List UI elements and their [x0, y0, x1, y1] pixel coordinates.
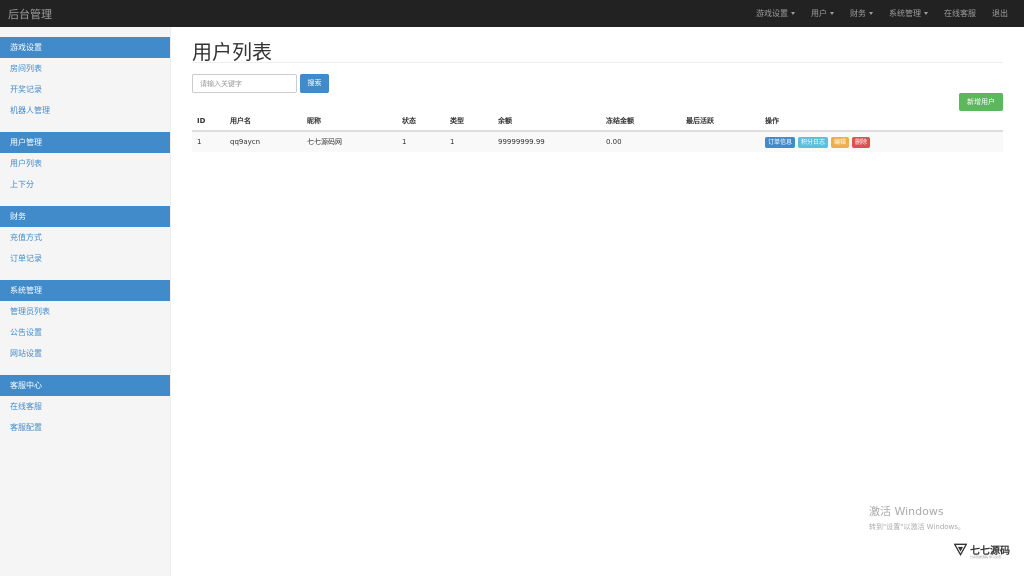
col-last-active: 最后活跃	[681, 111, 760, 132]
sidebar-item-online-service[interactable]: 在线客服	[0, 396, 170, 417]
cell-actions: 订单信息 积分日志 编辑 删除	[760, 131, 1003, 152]
delete-button[interactable]: 删除	[852, 136, 871, 148]
cell-id: 1	[192, 131, 225, 152]
search-button[interactable]: 搜索	[300, 74, 329, 93]
sidebar-item-recharge-methods[interactable]: 充值方式	[0, 227, 170, 248]
col-actions: 操作	[760, 111, 1003, 132]
nav-label: 退出	[992, 9, 1008, 18]
caret-down-icon	[924, 12, 928, 15]
sidebar-item-room-list[interactable]: 房间列表	[0, 58, 170, 79]
sidebar-item-admin-list[interactable]: 管理员列表	[0, 301, 170, 322]
cell-nickname: 七七源码网	[302, 131, 397, 152]
table-header-row: ID 用户名 昵称 状态 类型 余额 冻结金额 最后活跃 操作	[192, 111, 1003, 132]
caret-down-icon	[791, 12, 795, 15]
sidebar-item-robot-management[interactable]: 机器人管理	[0, 100, 170, 121]
col-status: 状态	[397, 111, 445, 132]
sidebar-group-user: 用户管理 用户列表 上下分	[0, 132, 170, 195]
cell-type: 1	[445, 131, 493, 152]
top-navbar: 后台管理 游戏设置 用户 财务 系统管理 在线客服 退出	[0, 0, 1024, 27]
points-log-button[interactable]: 积分日志	[798, 136, 829, 148]
sidebar-item-announcement-settings[interactable]: 公告设置	[0, 322, 170, 343]
sidebar-item-site-settings[interactable]: 网站设置	[0, 343, 170, 364]
site-logo: 七七源码 分享优质源码·学习交流	[954, 542, 1010, 559]
cell-frozen: 0.00	[601, 131, 681, 152]
windows-activation-watermark: 激活 Windows 转到"设置"以激活 Windows。	[869, 503, 965, 532]
sidebar-header: 系统管理	[0, 280, 170, 301]
nav-finance[interactable]: 财务	[842, 0, 881, 27]
sidebar-group-system: 系统管理 管理员列表 公告设置 网站设置	[0, 280, 170, 364]
search-bar: 搜索	[192, 74, 1003, 93]
nav-label: 游戏设置	[756, 9, 788, 18]
watermark-subtitle: 转到"设置"以激活 Windows。	[869, 523, 965, 531]
sidebar: 游戏设置 房间列表 开奖记录 机器人管理 用户管理 用户列表 上下分 财务 充值…	[0, 27, 171, 576]
add-user-button[interactable]: 新增用户	[959, 93, 1003, 111]
sidebar-group-finance: 财务 充值方式 订单记录	[0, 206, 170, 269]
nav-online-service[interactable]: 在线客服	[936, 0, 984, 27]
cell-last-active	[681, 131, 760, 152]
sidebar-item-service-config[interactable]: 客服配置	[0, 417, 170, 438]
sidebar-group-support: 客服中心 在线客服 客服配置	[0, 375, 170, 438]
col-balance: 余额	[493, 111, 601, 132]
cell-balance: 99999999.99	[493, 131, 601, 152]
edit-button[interactable]: 编辑	[831, 136, 850, 148]
sidebar-header: 用户管理	[0, 132, 170, 153]
order-info-button[interactable]: 订单信息	[765, 136, 796, 148]
cell-username: qq9aycn	[225, 131, 302, 152]
nav-game-settings[interactable]: 游戏设置	[748, 0, 803, 27]
watermark-title: 激活 Windows	[869, 505, 944, 518]
page-title: 用户列表	[192, 27, 1003, 64]
nav-label: 用户	[811, 9, 827, 18]
sidebar-header: 财务	[0, 206, 170, 227]
caret-down-icon	[869, 12, 873, 15]
sidebar-item-user-list[interactable]: 用户列表	[0, 153, 170, 174]
col-id: ID	[192, 111, 225, 132]
row-actions: 订单信息 积分日志 编辑 删除	[765, 136, 1003, 148]
nav-label: 系统管理	[889, 9, 921, 18]
nav-label: 财务	[850, 9, 866, 18]
logo-subtext: 分享优质源码·学习交流	[970, 555, 1001, 559]
cell-status: 1	[397, 131, 445, 152]
sidebar-header: 游戏设置	[0, 37, 170, 58]
sidebar-group-game: 游戏设置 房间列表 开奖记录 机器人管理	[0, 37, 170, 121]
search-input[interactable]	[192, 74, 297, 93]
top-nav: 游戏设置 用户 财务 系统管理 在线客服 退出	[748, 0, 1024, 27]
nav-user[interactable]: 用户	[803, 0, 842, 27]
brand-title[interactable]: 后台管理	[0, 6, 52, 22]
user-table: ID 用户名 昵称 状态 类型 余额 冻结金额 最后活跃 操作 1 qq9ayc…	[192, 111, 1003, 152]
nav-logout[interactable]: 退出	[984, 0, 1016, 27]
nav-system[interactable]: 系统管理	[881, 0, 936, 27]
col-frozen: 冻结金额	[601, 111, 681, 132]
sidebar-item-order-records[interactable]: 订单记录	[0, 248, 170, 269]
col-username: 用户名	[225, 111, 302, 132]
sidebar-item-draw-records[interactable]: 开奖记录	[0, 79, 170, 100]
nav-label: 在线客服	[944, 9, 976, 18]
sidebar-header: 客服中心	[0, 375, 170, 396]
col-nickname: 昵称	[302, 111, 397, 132]
col-type: 类型	[445, 111, 493, 132]
logo-icon	[954, 543, 967, 556]
sidebar-item-credit-adjust[interactable]: 上下分	[0, 174, 170, 195]
caret-down-icon	[830, 12, 834, 15]
main-content: 用户列表 搜索 新增用户 ID 用户名 昵称 状态 类型 余额 冻结金额 最后活…	[192, 27, 1003, 152]
table-row: 1 qq9aycn 七七源码网 1 1 99999999.99 0.00 订单信…	[192, 131, 1003, 152]
